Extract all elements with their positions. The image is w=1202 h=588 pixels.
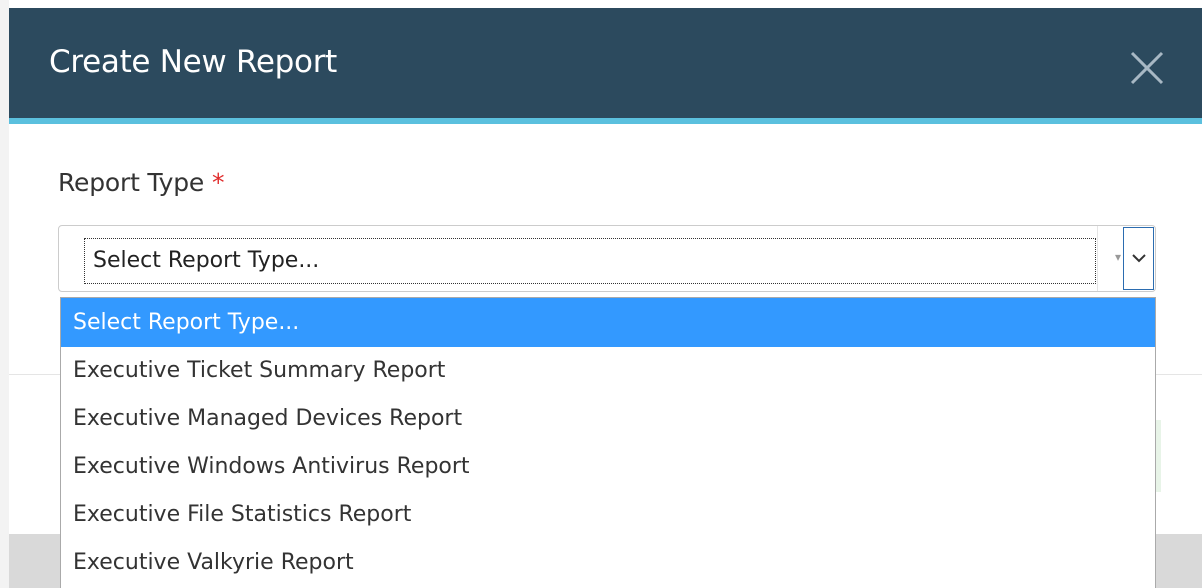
chevron-down-icon — [1132, 254, 1146, 263]
report-type-label: Report Type * — [58, 168, 225, 197]
dialog-title: Create New Report — [49, 44, 337, 80]
backdrop-left — [0, 0, 9, 588]
report-type-select-value[interactable]: Select Report Type... — [84, 238, 1096, 284]
dialog-header: Create New Report — [9, 8, 1202, 124]
dropdown-option[interactable]: Executive Managed Devices Report — [61, 395, 1155, 443]
dropdown-option[interactable]: Select Report Type... — [61, 298, 1155, 347]
dropdown-option[interactable]: Executive Ticket Summary Report — [61, 347, 1155, 395]
select-separator — [1097, 226, 1098, 291]
report-type-label-text: Report Type — [58, 168, 205, 197]
report-type-dropdown-list: Select Report Type... Executive Ticket S… — [60, 297, 1156, 588]
dropdown-option[interactable]: Executive File Statistics Report — [61, 491, 1155, 539]
dropdown-option[interactable]: Executive Valkyrie Report — [61, 539, 1155, 587]
required-marker: * — [212, 168, 225, 197]
close-button[interactable] — [1129, 50, 1165, 86]
report-type-select[interactable]: Select Report Type... ▾ — [58, 225, 1156, 292]
select-arrow-faint-icon: ▾ — [1115, 250, 1122, 264]
dropdown-option[interactable]: Executive Windows Antivirus Report — [61, 443, 1155, 491]
select-dropdown-button[interactable] — [1123, 227, 1154, 290]
close-icon — [1130, 51, 1164, 85]
backdrop-top — [0, 0, 1202, 8]
